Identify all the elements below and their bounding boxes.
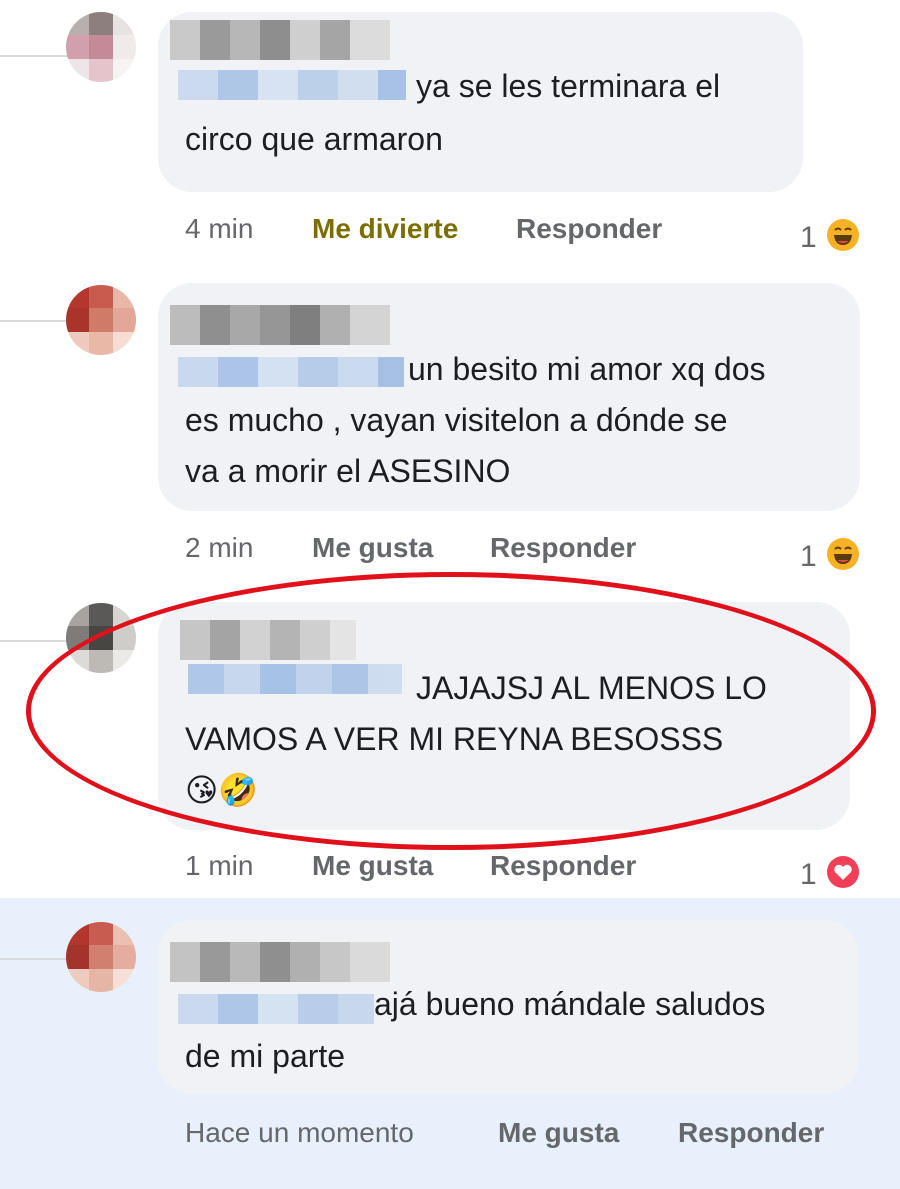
tagged-user-blurred[interactable] [178,994,374,1024]
comment-text: ya se les terminara el [416,68,721,104]
reply-button[interactable]: Responder [678,1117,824,1149]
reply-button[interactable]: Responder [490,850,636,882]
timestamp[interactable]: Hace un momento [185,1117,414,1149]
comment-bubble: un besito mi amor xq dos es mucho , vaya… [158,283,860,511]
avatar[interactable] [66,12,136,82]
like-button[interactable]: Me gusta [312,850,433,882]
author-name-blurred[interactable] [170,942,390,982]
comment-text: de mi parte [185,1038,346,1074]
author-name-blurred[interactable] [180,620,356,660]
tagged-user-blurred[interactable] [188,664,402,694]
comment-text: circo que armaron [185,121,443,157]
timestamp[interactable]: 2 min [185,532,253,564]
reaction-count[interactable]: 1 [800,858,817,892]
comment-text: va a morir el ASESINO [185,453,511,489]
tagged-user-blurred[interactable] [178,70,406,100]
like-button[interactable]: Me gusta [312,532,433,564]
like-button[interactable]: Me gusta [498,1117,619,1149]
avatar[interactable] [66,922,136,992]
comment-bubble: ya se les terminara el circo que armaron [158,12,803,192]
timestamp[interactable]: 4 min [185,213,253,245]
author-name-blurred[interactable] [170,20,390,60]
reply-button[interactable]: Responder [516,213,662,245]
timestamp[interactable]: 1 min [185,850,253,882]
thread-line [0,640,70,642]
avatar[interactable] [66,603,136,673]
author-name-blurred[interactable] [170,305,390,345]
reaction-button[interactable]: Me divierte [312,213,458,245]
thread-line [0,958,70,960]
thread-line [0,55,70,57]
heart-icon[interactable] [826,855,860,889]
reply-button[interactable]: Responder [490,532,636,564]
avatar[interactable] [66,285,136,355]
comment-text: un besito mi amor xq dos [408,351,766,387]
laugh-emoji-icon[interactable] [826,537,860,571]
comment-text: es mucho , vayan visitelon a dónde se [185,402,728,438]
tagged-user-blurred[interactable] [178,357,404,387]
thread-line [0,320,70,322]
comment-text: VAMOS A VER MI REYNA BESOSSS [185,721,724,757]
comment-bubble: JAJAJSJ AL MENOS LO VAMOS A VER MI REYNA… [158,602,850,830]
reaction-count[interactable]: 1 [800,221,817,255]
comment-text: ajá bueno mándale saludos [374,986,766,1022]
reaction-count[interactable]: 1 [800,540,817,574]
comment-bubble: ajá bueno mándale saludos de mi parte [158,920,858,1094]
comment-emojis: 😘🤣 [185,772,259,808]
comment-text: JAJAJSJ AL MENOS LO [416,670,767,706]
laugh-emoji-icon[interactable] [826,218,860,252]
